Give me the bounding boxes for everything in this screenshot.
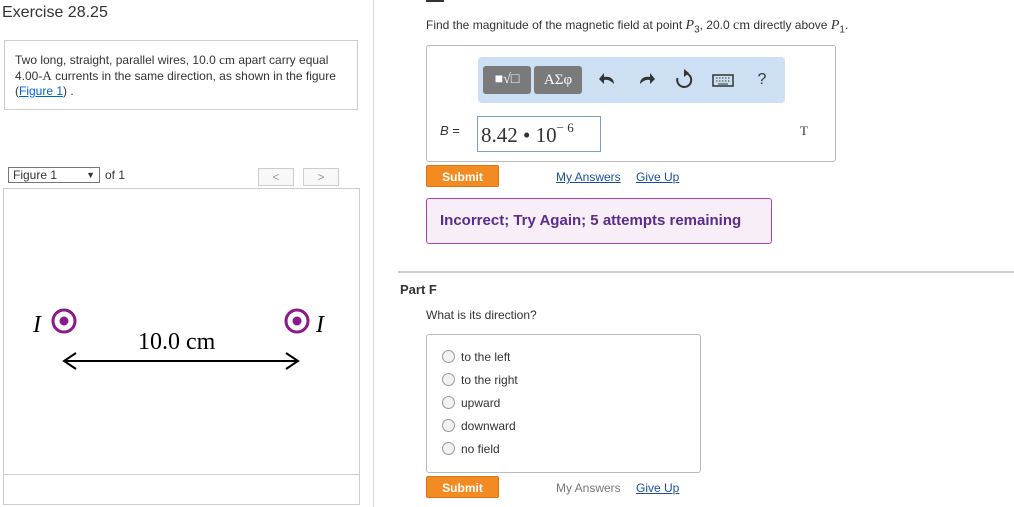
direction-options: to the left to the right upward downward… (426, 334, 701, 473)
option-label: upward (461, 396, 501, 410)
radio-icon[interactable] (442, 419, 455, 433)
problem-text: Two long, straight, parallel wires, 10.0 (15, 53, 220, 67)
exercise-title: Exercise 28.25 (2, 4, 108, 21)
part-f-heading: Part F (400, 282, 437, 297)
wire-right-icon (284, 308, 310, 334)
answer-box: ■√□ ΑΣφ ? B = 8.42 • 10− 6 T (426, 45, 836, 162)
question-text: . (844, 18, 849, 32)
option-label: no field (461, 442, 500, 456)
give-up-link-part-e[interactable]: Give Up (636, 170, 679, 184)
submit-button-part-f[interactable]: Submit (426, 476, 499, 498)
give-up-link-part-f[interactable]: Give Up (636, 481, 679, 495)
option-downward[interactable]: downward (442, 417, 516, 435)
problem-statement: Two long, straight, parallel wires, 10.0… (4, 40, 358, 110)
next-figure-button[interactable]: > (303, 168, 339, 186)
question-text: , 20.0 (699, 18, 733, 32)
my-answers-link-part-e[interactable]: My Answers (556, 170, 621, 184)
option-no-field[interactable]: no field (442, 440, 500, 458)
dropdown-arrow-icon: ▼ (86, 170, 95, 180)
question-text: Find the magnitude of the magnetic field… (426, 18, 686, 32)
wire-left-icon (51, 308, 77, 334)
undo-icon[interactable] (597, 69, 619, 91)
variable-symbol: B (440, 123, 449, 138)
part-e-question: Find the magnitude of the magnetic field… (426, 18, 848, 35)
current-label-left: I (32, 312, 42, 338)
figure-select-value: Figure 1 (13, 168, 58, 182)
redo-icon[interactable] (635, 69, 657, 91)
my-answers-link-part-f: My Answers (556, 481, 621, 495)
figure-link[interactable]: Figure 1 (19, 84, 63, 98)
answer-input[interactable]: 8.42 • 10− 6 (477, 116, 601, 152)
unit-a: A (42, 68, 52, 83)
figure-footer (3, 475, 360, 505)
option-right[interactable]: to the right (442, 371, 518, 389)
part-e-heading-clipped (426, 0, 446, 2)
distance-label: 10.0 cm (138, 329, 216, 355)
figure-panel: I I 10.0 cm (3, 188, 360, 475)
option-label: to the left (461, 350, 511, 364)
part-f-question: What is its direction? (426, 308, 537, 322)
radio-icon[interactable] (442, 350, 455, 364)
templates-button[interactable]: ■√□ (483, 66, 531, 94)
answer-exponent: − 6 (556, 120, 574, 135)
option-label: downward (461, 419, 516, 433)
part-divider (398, 271, 1014, 273)
answer-mantissa: 8.42 • 10 (481, 123, 557, 147)
figure-count: of 1 (105, 168, 126, 182)
unit-cm: cm (732, 18, 751, 33)
radio-icon[interactable] (442, 442, 455, 456)
problem-text: ) . (63, 84, 74, 98)
reset-icon[interactable] (673, 69, 695, 91)
left-panel: Exercise 28.25 Two long, straight, paral… (0, 0, 374, 507)
radio-icon[interactable] (442, 373, 455, 387)
math-toolbar: ■√□ ΑΣφ ? (478, 57, 785, 103)
figure-nav-bar: Figure 1 ▼ of 1 < > (4, 167, 360, 187)
question-text: directly above (750, 18, 831, 32)
equals-sign: = (448, 123, 460, 138)
radio-icon[interactable] (442, 396, 455, 410)
unit-cm: cm (219, 52, 235, 67)
variable-label: B = (440, 123, 460, 138)
unit-label: T (800, 123, 808, 138)
prev-figure-button[interactable]: < (258, 168, 294, 186)
submit-button-part-e[interactable]: Submit (426, 165, 499, 187)
point-p3: P (685, 18, 695, 33)
current-label-right: I (315, 312, 325, 338)
option-left[interactable]: to the left (442, 348, 510, 366)
help-button[interactable]: ? (751, 69, 773, 91)
option-label: to the right (461, 373, 518, 387)
distance-arrow-icon (62, 352, 300, 370)
option-upward[interactable]: upward (442, 394, 500, 412)
keyboard-icon[interactable] (712, 69, 734, 91)
feedback-message: Incorrect; Try Again; 5 attempts remaini… (426, 198, 772, 244)
figure-drawing: I I 10.0 cm (32, 308, 325, 370)
figure-select[interactable]: Figure 1 ▼ (8, 167, 100, 183)
greek-symbols-button[interactable]: ΑΣφ (534, 66, 582, 94)
